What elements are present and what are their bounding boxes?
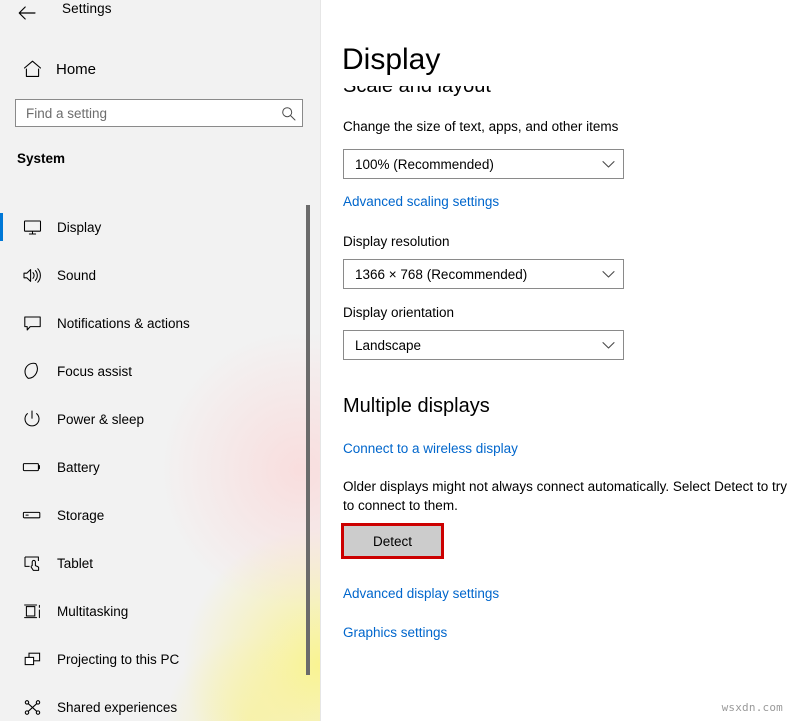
scale-dropdown[interactable]: 100% (Recommended): [343, 149, 624, 179]
display-resolution-dropdown[interactable]: 1366 × 768 (Recommended): [343, 259, 624, 289]
sidebar-item-sound[interactable]: Sound: [0, 251, 320, 299]
sidebar-item-notifications-label: Notifications & actions: [57, 315, 190, 331]
sidebar-item-tablet[interactable]: Tablet: [0, 539, 320, 587]
sidebar-item-home-label: Home: [56, 60, 97, 78]
sidebar-section-header: System: [17, 151, 66, 166]
search-box[interactable]: [15, 99, 303, 127]
display-orientation-dropdown[interactable]: Landscape: [343, 330, 624, 360]
app-title: Settings: [62, 1, 112, 16]
display-resolution-label: Display resolution: [343, 234, 450, 249]
scale-and-layout-heading: Scale and layout: [343, 75, 491, 97]
search-icon[interactable]: [274, 100, 302, 126]
sidebar-item-multitasking-label: Multitasking: [57, 603, 129, 619]
multitasking-icon: [12, 603, 52, 620]
advanced-display-settings-link[interactable]: Advanced display settings: [343, 586, 499, 601]
share-nodes-icon: [12, 699, 52, 716]
project-screen-icon: [12, 651, 52, 668]
sidebar-item-battery-label: Battery: [57, 459, 100, 475]
monitor-icon: [12, 219, 52, 236]
scale-dropdown-value: 100% (Recommended): [355, 156, 494, 172]
selection-indicator: [0, 213, 3, 241]
sidebar-item-notifications[interactable]: Notifications & actions: [0, 299, 320, 347]
display-resolution-value: 1366 × 768 (Recommended): [355, 266, 528, 282]
chevron-down-icon: [593, 260, 623, 288]
watermark: wsxdn.com: [721, 701, 783, 714]
sidebar-item-focus-assist-label: Focus assist: [57, 363, 133, 379]
chevron-down-icon: [593, 331, 623, 359]
display-orientation-value: Landscape: [355, 337, 422, 353]
title-bar: Settings: [0, 0, 320, 28]
sidebar-item-power-sleep-label: Power & sleep: [57, 411, 145, 427]
sidebar-item-sound-label: Sound: [57, 267, 97, 283]
battery-icon: [12, 460, 52, 474]
sidebar-item-storage-label: Storage: [57, 507, 105, 523]
sidebar-item-tablet-label: Tablet: [57, 555, 94, 571]
main-content: Scale and layout Display Change the size…: [321, 0, 793, 721]
sidebar-item-storage[interactable]: Storage: [0, 491, 320, 539]
sidebar-item-home[interactable]: Home: [0, 52, 320, 86]
sidebar-item-projecting-label: Projecting to this PC: [57, 651, 180, 667]
sidebar-scrollbar[interactable]: [306, 205, 310, 675]
sidebar-item-power-sleep[interactable]: Power & sleep: [0, 395, 320, 443]
moon-icon: [12, 362, 52, 380]
speaker-icon: [12, 267, 52, 284]
sidebar-item-focus-assist[interactable]: Focus assist: [0, 347, 320, 395]
sidebar-item-shared-experiences-label: Shared experiences: [57, 699, 178, 715]
sidebar-item-display[interactable]: Display: [0, 203, 320, 251]
page-title: Display: [342, 42, 481, 78]
search-input[interactable]: [16, 105, 274, 121]
advanced-scaling-settings-link[interactable]: Advanced scaling settings: [343, 194, 499, 209]
detect-button-label: Detect: [372, 533, 413, 549]
power-icon: [12, 410, 52, 428]
drive-icon: [12, 509, 52, 521]
display-orientation-label: Display orientation: [343, 305, 455, 320]
sidebar: Settings Home Find a setting System Disp…: [0, 0, 320, 721]
home-icon: [12, 60, 52, 78]
detect-description: Older displays might not always connect …: [343, 479, 787, 513]
sidebar-item-multitasking[interactable]: Multitasking: [0, 587, 320, 635]
back-arrow-icon[interactable]: [14, 0, 40, 26]
detect-button[interactable]: Detect: [341, 523, 444, 559]
settings-window: Settings Home Find a setting System Disp…: [0, 0, 793, 721]
sidebar-item-shared-experiences[interactable]: Shared experiences: [0, 683, 320, 721]
tablet-touch-icon: [12, 555, 52, 572]
sidebar-item-projecting[interactable]: Projecting to this PC: [0, 635, 320, 683]
sidebar-nav-list: Display Sound Notifications & actions Fo…: [0, 203, 320, 721]
connect-wireless-display-link[interactable]: Connect to a wireless display: [343, 441, 518, 456]
multiple-displays-heading: Multiple displays: [343, 395, 490, 417]
chat-bubble-icon: [12, 315, 52, 332]
graphics-settings-link[interactable]: Graphics settings: [343, 625, 447, 640]
sidebar-item-display-label: Display: [57, 219, 102, 235]
sidebar-item-battery[interactable]: Battery: [0, 443, 320, 491]
chevron-down-icon: [593, 150, 623, 178]
scale-label: Change the size of text, apps, and other…: [343, 119, 619, 134]
